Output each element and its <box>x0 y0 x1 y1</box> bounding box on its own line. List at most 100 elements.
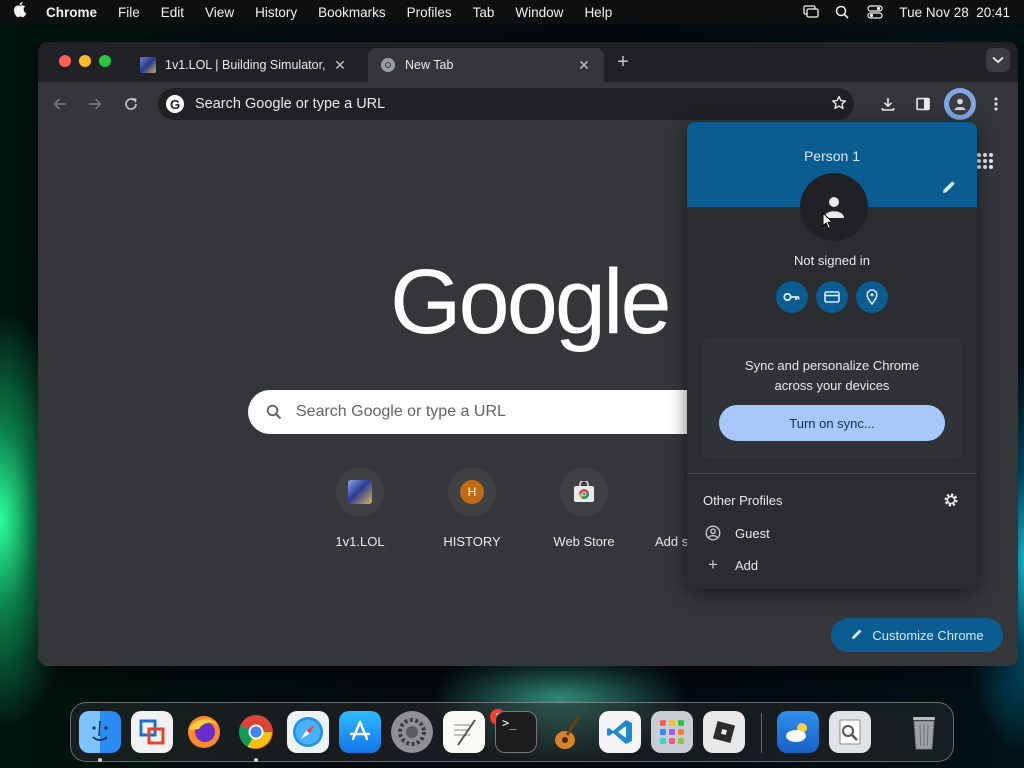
menu-view[interactable]: View <box>205 5 234 20</box>
tab-strip: 1v1.LOL | Building Simulator, ✕ New Tab … <box>38 42 1018 82</box>
sign-in-status: Not signed in <box>794 253 870 268</box>
launchpad-icon[interactable] <box>651 711 693 753</box>
location-pin-icon[interactable] <box>856 281 888 313</box>
tab-close-icon[interactable]: ✕ <box>576 57 592 74</box>
reload-icon[interactable] <box>119 92 143 116</box>
shortcut-label: Web Store <box>553 534 615 549</box>
shortcut-history[interactable]: H HISTORY <box>416 466 528 549</box>
new-tab-plus-icon[interactable]: + <box>611 51 635 74</box>
vmware-fusion-icon[interactable] <box>131 711 173 753</box>
menu-bar: Chrome File Edit View History Bookmarks … <box>0 0 1024 24</box>
profile-avatar-button[interactable] <box>944 88 976 120</box>
bookmark-star-icon[interactable] <box>827 91 851 115</box>
omnibox[interactable]: G Search Google or type a URL <box>158 88 854 120</box>
guest-label: Guest <box>735 525 770 541</box>
window-close-button[interactable] <box>59 55 71 67</box>
1v1lol-favicon <box>140 57 156 73</box>
tab-new-tab[interactable]: New Tab ✕ <box>368 48 604 82</box>
tab-1v1lol[interactable]: 1v1.LOL | Building Simulator, ✕ <box>128 48 360 82</box>
mouse-cursor-icon <box>822 211 834 235</box>
menu-file[interactable]: File <box>118 5 140 20</box>
letter-h-icon: H <box>448 468 496 516</box>
chrome-icon[interactable] <box>235 711 277 753</box>
tab-search-chevron-icon[interactable] <box>986 48 1010 72</box>
system-settings-icon[interactable] <box>391 711 433 753</box>
kebab-menu-icon[interactable] <box>984 92 1008 116</box>
running-indicator <box>254 758 258 762</box>
add-label: Add <box>735 557 759 573</box>
side-panel-icon[interactable] <box>911 92 935 116</box>
shortcut-web-store[interactable]: Web Store <box>528 466 640 549</box>
preview-icon[interactable] <box>829 711 871 753</box>
edit-pencil-icon[interactable] <box>940 178 958 196</box>
download-icon[interactable] <box>876 92 900 116</box>
ntp-search-placeholder: Search Google or type a URL <box>296 403 506 420</box>
customize-chrome-label: Customize Chrome <box>872 627 984 643</box>
menu-bookmarks[interactable]: Bookmarks <box>318 5 386 20</box>
menu-history[interactable]: History <box>255 5 297 20</box>
menu-window[interactable]: Window <box>515 5 563 20</box>
back-arrow-icon[interactable] <box>48 92 72 116</box>
shortcut-label: HISTORY <box>443 534 501 549</box>
tab-close-icon[interactable]: ✕ <box>332 57 348 74</box>
macos-dock: 2 >_ <box>70 702 954 762</box>
trash-icon[interactable] <box>903 711 945 753</box>
search-icon <box>266 404 282 420</box>
terminal-icon[interactable]: >_ <box>495 711 537 753</box>
menu-app-name[interactable]: Chrome <box>46 5 97 20</box>
dock-separator <box>761 713 762 753</box>
google-logo: Google <box>390 251 672 353</box>
google-g-icon: G <box>166 95 184 113</box>
shortcut-label: Add s <box>655 534 689 549</box>
shortcut-label: 1v1.LOL <box>335 534 385 549</box>
roblox-icon[interactable] <box>703 711 745 753</box>
sync-promo-text: Sync and personalize Chrome across your … <box>744 358 920 393</box>
other-profiles-heading: Other Profiles <box>703 493 783 508</box>
credit-card-icon[interactable] <box>816 281 848 313</box>
forward-arrow-icon[interactable] <box>83 92 107 116</box>
running-indicator <box>98 758 102 762</box>
window-minimize-button[interactable] <box>79 55 91 67</box>
menubar-clock[interactable]: Tue Nov 28 20:41 <box>899 5 1010 20</box>
menu-tab[interactable]: Tab <box>473 5 495 20</box>
vscode-icon[interactable] <box>599 711 641 753</box>
sync-promo-card: Sync and personalize Chrome across your … <box>703 337 961 459</box>
turn-on-sync-button[interactable]: Turn on sync... <box>719 405 945 441</box>
window-maximize-button[interactable] <box>99 55 111 67</box>
profile-avatar <box>800 173 868 241</box>
shortcut-1v1lol[interactable]: 1v1.LOL <box>304 466 416 549</box>
weather-icon[interactable] <box>777 711 819 753</box>
app-store-icon[interactable] <box>339 711 381 753</box>
omnibox-placeholder: Search Google or type a URL <box>195 96 386 112</box>
firefox-icon[interactable] <box>183 711 225 753</box>
profile-person-icon <box>949 93 971 115</box>
tab-title: 1v1.LOL | Building Simulator, <box>165 58 326 72</box>
plus-icon: + <box>708 555 718 574</box>
customize-chrome-button[interactable]: Customize Chrome <box>831 618 1003 652</box>
control-center-icon[interactable] <box>867 5 884 19</box>
tab-title: New Tab <box>405 58 454 72</box>
google-apps-grid-icon[interactable] <box>976 152 994 175</box>
textedit-icon[interactable] <box>443 711 485 753</box>
screen-mirroring-icon[interactable] <box>803 5 820 19</box>
garageband-icon[interactable] <box>547 711 589 753</box>
manage-profiles-gear-icon[interactable] <box>943 492 959 508</box>
profile-name: Person 1 <box>803 148 861 164</box>
browser-toolbar: G Search Google or type a URL <box>38 82 1018 126</box>
menu-edit[interactable]: Edit <box>161 5 184 20</box>
apple-logo-icon[interactable] <box>14 2 28 22</box>
guest-account-circle-icon <box>703 525 723 541</box>
menu-profiles[interactable]: Profiles <box>407 5 452 20</box>
chrome-favicon <box>380 57 396 73</box>
passwords-key-icon[interactable] <box>776 281 808 313</box>
add-profile-item[interactable]: + Add <box>703 554 758 576</box>
spotlight-search-icon[interactable] <box>835 5 851 19</box>
pencil-icon <box>850 627 864 644</box>
guest-profile-item[interactable]: Guest <box>703 522 770 544</box>
finder-icon[interactable] <box>79 711 121 753</box>
1v1lol-icon <box>336 468 384 516</box>
menu-help[interactable]: Help <box>584 5 612 20</box>
webstore-icon <box>560 468 608 516</box>
section-divider <box>687 473 977 474</box>
safari-icon[interactable] <box>287 711 329 753</box>
